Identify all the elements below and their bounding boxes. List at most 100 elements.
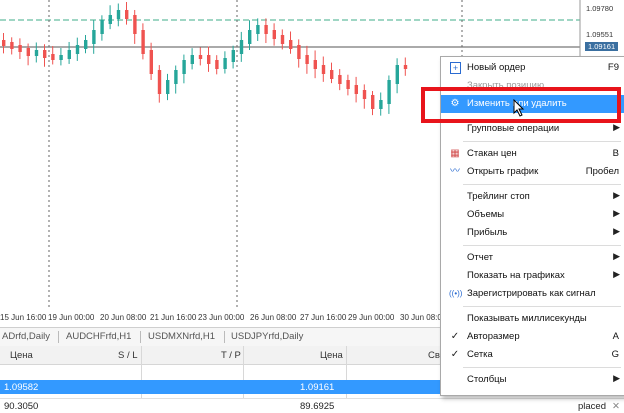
column-header-current-price[interactable]: Цена (320, 350, 343, 361)
tab-divider (58, 331, 59, 343)
candle-body (116, 10, 121, 19)
tab-divider (140, 331, 141, 343)
checkmark-icon: ✓ (450, 331, 460, 342)
candle-body (125, 10, 129, 19)
submenu-arrow-icon: ▶ (613, 190, 620, 200)
menu-item-columns[interactable]: Столбцы ▶ (441, 371, 624, 389)
menu-item-report[interactable]: Отчет ▶ (441, 249, 624, 267)
candle-body (198, 55, 203, 59)
candle-body (321, 65, 326, 74)
submenu-arrow-icon: ▶ (613, 269, 620, 279)
price-axis-label: 1.09780 (586, 4, 614, 13)
signal-icon: ((•)) (449, 289, 463, 298)
candle-body (174, 70, 178, 84)
time-axis-label: 15 Jun 16:00 (0, 313, 47, 322)
menu-item-show-milliseconds[interactable]: Показывать миллисекунды (441, 310, 624, 328)
menu-item-trailing-stop[interactable]: Трейлинг стоп ▶ (441, 188, 624, 206)
time-axis-label: 26 Jun 08:00 (250, 313, 297, 322)
candle-body (264, 25, 268, 34)
candle-body (313, 60, 317, 69)
menu-item-register-signal[interactable]: ((•)) Зарегистрировать как сигнал (441, 285, 624, 303)
candle-body (108, 15, 112, 24)
candle-body (362, 90, 367, 99)
chart-tab[interactable]: ADrfd,Daily (2, 331, 50, 342)
close-icon[interactable]: ✕ (612, 401, 620, 412)
candle-body (34, 50, 39, 56)
price-axis-label: 1.09551 (586, 30, 614, 39)
column-header-price[interactable]: Цена (10, 350, 33, 361)
menu-separator (463, 306, 621, 307)
column-header-sl[interactable]: S / L (118, 350, 138, 361)
chart-tab[interactable]: USDMXNrfd,H1 (148, 331, 215, 342)
menu-separator (463, 245, 621, 246)
checkmark-icon: ✓ (450, 349, 460, 360)
candle-body (100, 20, 104, 34)
candle-body (248, 30, 252, 44)
time-axis-label: 29 Jun 00:00 (348, 313, 395, 322)
candle-body (346, 80, 350, 89)
column-header-tp[interactable]: T / P (221, 350, 241, 361)
candle-body (272, 30, 276, 39)
candle-body (354, 85, 358, 94)
time-axis-label: 21 Jun 16:00 (150, 313, 197, 322)
candle-body (338, 75, 342, 84)
time-axis-label: 23 Jun 00:00 (198, 313, 245, 322)
menu-item-grid[interactable]: ✓ Сетка G (441, 346, 624, 364)
menu-item-new-order[interactable]: + Новый ордер F9 (441, 59, 624, 77)
submenu-arrow-icon: ▶ (613, 251, 620, 261)
candle-body (330, 70, 334, 79)
candle-body (149, 50, 153, 74)
candle-body (133, 15, 137, 34)
menu-separator (463, 141, 621, 142)
candle-body (18, 45, 22, 52)
candle-body (182, 60, 186, 74)
candle-body (10, 42, 14, 49)
highlight-annotation (421, 87, 621, 123)
candle-body (2, 40, 6, 46)
tab-divider (224, 331, 225, 343)
candle-body (223, 58, 227, 69)
menu-item-autosize[interactable]: ✓ Авторазмер A (441, 328, 624, 346)
candle-body (141, 30, 145, 54)
candle-body (67, 50, 71, 59)
candle-body (166, 80, 170, 94)
chart-tab[interactable]: USDJPYrfd,Daily (231, 331, 303, 342)
submenu-arrow-icon: ▶ (613, 226, 620, 236)
menu-item-depth-of-market[interactable]: ▦ Стакан цен B (441, 145, 624, 163)
cell-current-price: 1.09161 (300, 382, 335, 393)
candle-body (51, 54, 55, 60)
table-row[interactable]: 90.3050 89.6925 placed ✕ (0, 398, 624, 413)
chart-icon: 〰 (450, 166, 460, 177)
column-header-swap[interactable]: Св (428, 350, 440, 361)
menu-item-open-chart[interactable]: 〰 Открыть график Пробел (441, 163, 624, 181)
candle-body (157, 70, 162, 94)
depth-of-market-icon: ▦ (450, 148, 460, 159)
chart-tab[interactable]: AUDCHFrfd,H1 (66, 331, 131, 342)
menu-item-profit[interactable]: Прибыль ▶ (441, 224, 624, 242)
candle-body (305, 55, 309, 64)
cell-comment: placed (578, 401, 606, 412)
time-axis-label: 19 Jun 00:00 (48, 313, 95, 322)
candle-body (280, 35, 285, 44)
cell-price: 90.3050 (4, 401, 39, 412)
menu-item-show-on-charts[interactable]: Показать на графиках ▶ (441, 267, 624, 285)
candle-body (59, 55, 63, 60)
candle-body (215, 60, 219, 69)
menu-item-volumes[interactable]: Объемы ▶ (441, 206, 624, 224)
candle-body (256, 25, 260, 34)
candle-body (84, 40, 88, 49)
candle-body (239, 40, 244, 54)
time-axis-label: 27 Jun 16:00 (300, 313, 347, 322)
submenu-arrow-icon: ▶ (613, 122, 620, 132)
candle-body (75, 45, 80, 54)
candle-body (43, 50, 47, 58)
candle-body (379, 100, 383, 109)
menu-separator (463, 184, 621, 185)
candle-body (92, 30, 96, 44)
candle-body (289, 40, 293, 49)
candle-body (26, 48, 30, 56)
candle-body (190, 55, 194, 64)
submenu-arrow-icon: ▶ (613, 373, 620, 383)
current-price-label: 1.09161 (585, 42, 619, 51)
candle-body (403, 65, 408, 69)
